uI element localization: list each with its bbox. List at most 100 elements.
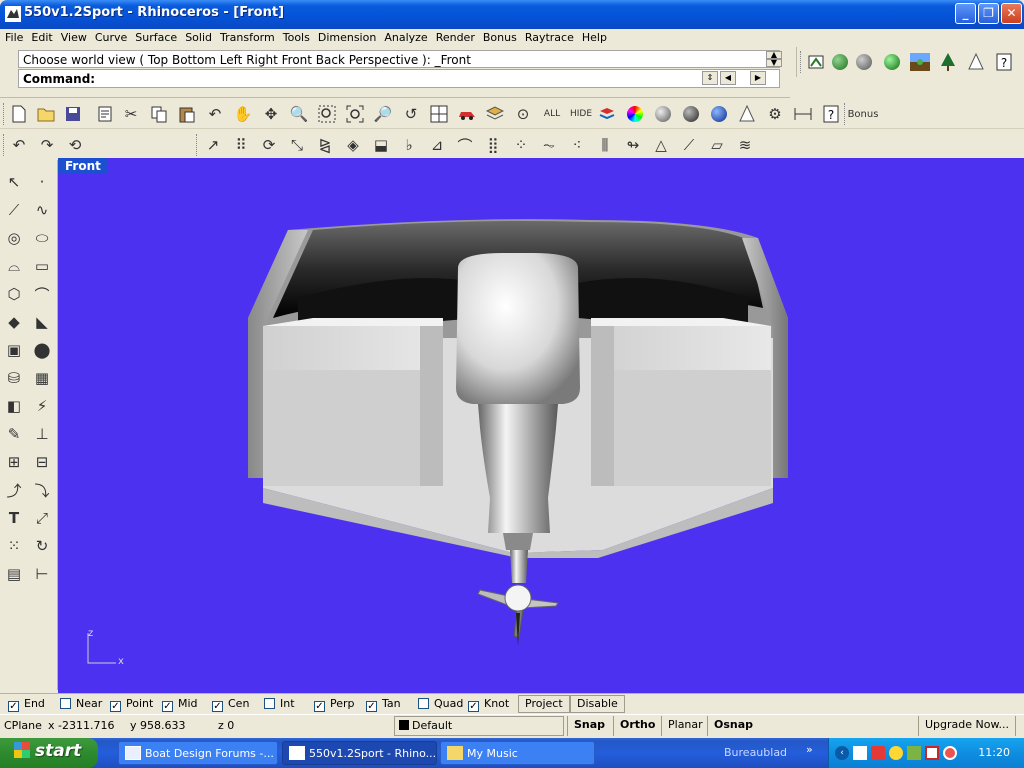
osnap-near-checkbox[interactable]: Near (60, 697, 102, 710)
render-settings-icon[interactable] (805, 51, 827, 73)
layers-icon[interactable] (484, 103, 506, 125)
point-edit-icon[interactable]: ⤴ (2, 478, 26, 502)
taper-icon[interactable]: ⏦ (538, 134, 560, 156)
ungroup-icon[interactable]: ⊟ (30, 450, 54, 474)
array-tool-icon[interactable]: ⁙ (2, 534, 26, 558)
menu-file[interactable]: File (0, 29, 27, 44)
repeat-icon[interactable]: ⟲ (64, 134, 86, 156)
zoom-dynamic-icon[interactable]: 🔍 (288, 103, 310, 125)
menu-render[interactable]: Render (432, 29, 479, 44)
restore-button[interactable]: ❐ (978, 3, 999, 24)
four-viewports-icon[interactable] (428, 103, 450, 125)
shear-icon[interactable]: ⊿ (426, 134, 448, 156)
surface-icon[interactable]: ◆ (2, 310, 26, 334)
osnap-knot-checkbox[interactable]: ✓ Knot (468, 697, 509, 712)
menu-help[interactable]: Help (578, 29, 611, 44)
array-icon[interactable]: ⠿ (230, 134, 252, 156)
stretch-icon[interactable]: △ (650, 134, 672, 156)
menu-solid[interactable]: Solid (181, 29, 216, 44)
render-preview-icon[interactable] (853, 51, 875, 73)
lifebuoy-icon[interactable] (943, 746, 957, 760)
mesh-icon[interactable]: ▦ (30, 366, 54, 390)
osnap-mid-checkbox[interactable]: ✓ Mid (162, 697, 198, 712)
tree-icon[interactable] (937, 51, 959, 73)
command-scroll-left[interactable]: ◀ (720, 71, 736, 85)
osnap-quad-checkbox[interactable]: Quad (418, 697, 463, 710)
close-button[interactable]: ✕ (1001, 3, 1022, 24)
help-icon[interactable]: ? (820, 103, 842, 125)
edit-points-icon[interactable]: ⤵ (30, 478, 54, 502)
print-icon[interactable] (94, 103, 116, 125)
scale-icon[interactable]: ⤡ (286, 134, 308, 156)
menu-surface[interactable]: Surface (131, 29, 181, 44)
rotate-icon[interactable]: ⟳ (258, 134, 280, 156)
fillet-icon[interactable]: ◧ (2, 394, 26, 418)
disable-button[interactable]: Disable (570, 695, 625, 713)
select-all-icon[interactable]: ⊙ (512, 103, 534, 125)
desktop-toolbar-label[interactable]: Bureaublad (724, 746, 787, 759)
select-all-label[interactable]: ALL (540, 103, 564, 125)
boolean-icon[interactable]: ⚡ (30, 394, 54, 418)
osnap-end-checkbox[interactable]: ✓ End (8, 697, 45, 712)
security-icon[interactable] (889, 746, 903, 760)
material-gray-icon[interactable] (652, 103, 674, 125)
open-folder-icon[interactable] (36, 103, 58, 125)
upgrade-now-button[interactable]: Upgrade Now... (918, 716, 1016, 736)
zoom-window-icon[interactable] (316, 103, 338, 125)
zoom-selected-icon[interactable]: 🔎 (372, 103, 394, 125)
layer-selector[interactable]: Default (394, 716, 564, 736)
polyline-icon[interactable]: ⟋ (2, 198, 26, 222)
menu-bonus[interactable]: Bonus (479, 29, 521, 44)
mirror-icon[interactable]: ⧎ (314, 134, 336, 156)
task-boat-design-forums[interactable]: Boat Design Forums -... (118, 741, 278, 765)
osnap-point-checkbox[interactable]: ✓ Point (110, 697, 153, 712)
osnap-tan-checkbox[interactable]: ✓ Tan (366, 697, 401, 712)
bonus-label[interactable]: Bonus (848, 103, 879, 125)
smooth-icon[interactable]: ⟋ (678, 134, 700, 156)
render-icon[interactable] (881, 51, 903, 73)
split-icon[interactable]: ⊥ (30, 422, 54, 446)
minimize-button[interactable]: _ (955, 3, 976, 24)
ellipse-icon[interactable]: ⬭ (30, 226, 54, 250)
group-icon[interactable]: ⊞ (2, 450, 26, 474)
polar-array-icon[interactable]: ⁘ (510, 134, 532, 156)
menu-edit[interactable]: Edit (27, 29, 56, 44)
menu-transform[interactable]: Transform (216, 29, 279, 44)
rotate-tool-icon[interactable]: ↻ (30, 534, 54, 558)
cut-icon[interactable]: ✂ (120, 103, 142, 125)
shield-icon[interactable] (871, 746, 885, 760)
osnap-int-checkbox[interactable]: Int (264, 697, 295, 710)
snap-toggle[interactable]: Snap (567, 716, 611, 736)
save-icon[interactable] (62, 103, 84, 125)
network-icon[interactable] (853, 746, 867, 760)
dimension-tool-icon[interactable]: ⊢ (30, 562, 54, 586)
menu-dimension[interactable]: Dimension (314, 29, 380, 44)
menu-curve[interactable]: Curve (91, 29, 131, 44)
tray-expand-icon[interactable]: ‹ (835, 746, 849, 760)
planar-toggle[interactable]: Planar (661, 716, 709, 736)
options-gear-icon[interactable]: ⚙ (764, 103, 786, 125)
project-icon[interactable]: ⬓ (370, 134, 392, 156)
task-my-music[interactable]: My Music (440, 741, 595, 765)
ortho-toggle[interactable]: Ortho (613, 716, 661, 736)
surface-loft-icon[interactable]: ◣ (30, 310, 54, 334)
material-dark-icon[interactable] (680, 103, 702, 125)
point-icon[interactable]: · (30, 170, 54, 194)
updates-icon[interactable] (907, 746, 921, 760)
bend-icon[interactable]: ⌒ (454, 134, 476, 156)
arc-icon[interactable]: ⌓ (2, 254, 26, 278)
curve-icon[interactable]: ∿ (30, 198, 54, 222)
paste-icon[interactable] (176, 103, 198, 125)
command-scroll-updown[interactable]: ⇕ (702, 71, 718, 85)
render-save-icon[interactable] (829, 51, 851, 73)
move-icon[interactable]: ↗ (202, 134, 224, 156)
rectangle-icon[interactable]: ▭ (30, 254, 54, 278)
new-file-icon[interactable] (8, 103, 30, 125)
menu-analyze[interactable]: Analyze (380, 29, 431, 44)
redo-icon[interactable]: ↷ (36, 134, 58, 156)
menu-raytrace[interactable]: Raytrace (521, 29, 578, 44)
render-car-icon[interactable] (456, 103, 478, 125)
orient-icon[interactable]: ◈ (342, 134, 364, 156)
circle-icon[interactable]: ◎ (2, 226, 26, 250)
points-icon[interactable]: ⁖ (566, 134, 588, 156)
